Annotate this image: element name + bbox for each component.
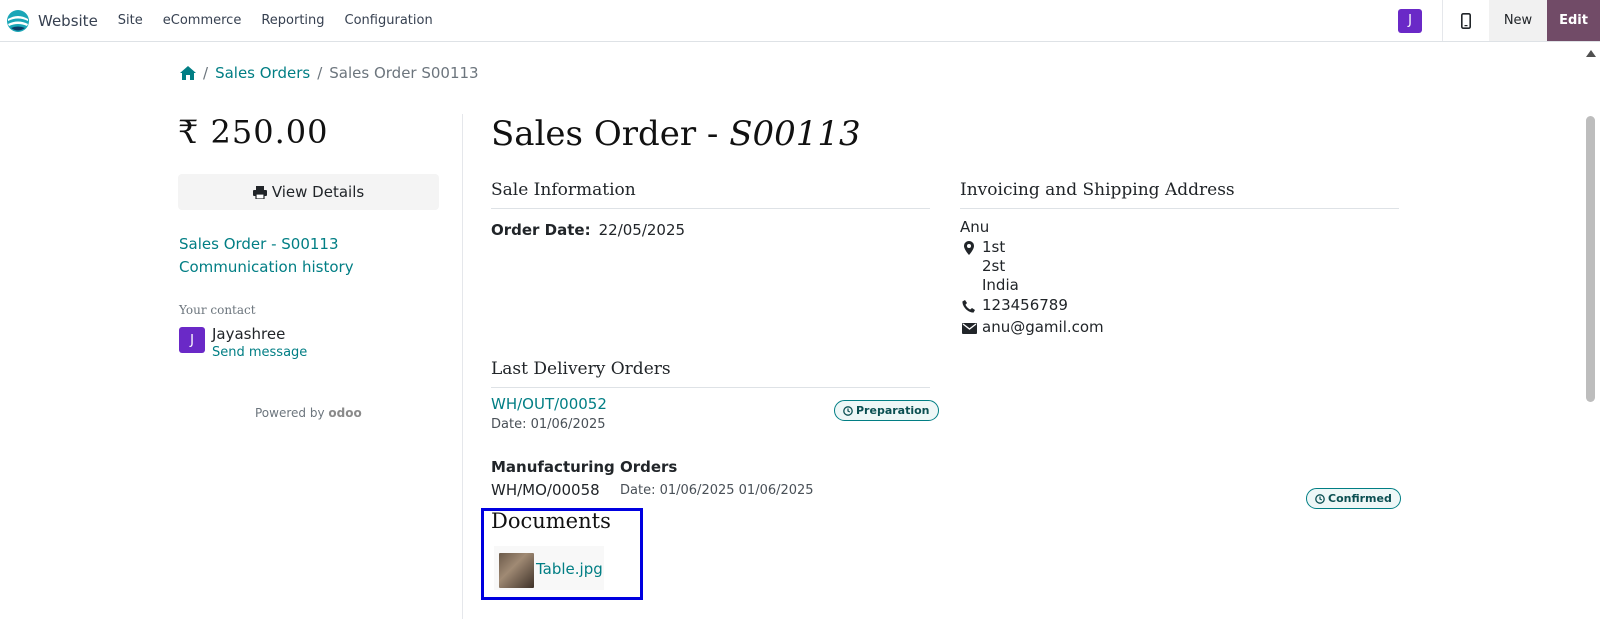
view-details-label: View Details <box>271 183 365 201</box>
printer-icon <box>252 185 267 199</box>
user-avatar[interactable]: J <box>1398 8 1422 33</box>
scroll-up-arrow-icon[interactable] <box>1586 50 1596 57</box>
address-line-2: 2st <box>982 257 1006 275</box>
clock-icon <box>843 405 853 416</box>
breadcrumb-separator: / <box>317 64 323 82</box>
delivery-status-label: Preparation <box>856 404 930 417</box>
section-divider <box>491 387 930 388</box>
order-date: Order Date: 22/05/2025 <box>491 221 685 239</box>
odoo-logo[interactable]: odoo <box>328 406 361 420</box>
brand[interactable]: Website <box>6 9 98 33</box>
highlight-box <box>481 508 643 600</box>
page-title: Sales Order - S00113 <box>491 114 861 154</box>
delivery-date-label: Date: <box>491 417 527 432</box>
manufacturing-order-ref: WH/MO/00058 <box>491 481 600 499</box>
map-marker-icon <box>964 241 974 255</box>
manufacturing-date: Date: 01/06/2025 01/06/2025 <box>620 483 814 498</box>
customer-email: anu@gamil.com <box>982 318 1104 336</box>
customer-name: Anu <box>960 218 990 236</box>
manufacturing-orders-title: Manufacturing Orders <box>491 458 678 476</box>
order-number: S00113 <box>729 114 861 154</box>
sale-information-title: Sale Information <box>491 180 636 200</box>
view-details-button[interactable]: View Details <box>178 174 439 210</box>
address-country: India <box>982 276 1019 294</box>
section-divider <box>491 208 930 209</box>
powered-by-label: Powered by <box>255 406 325 420</box>
new-button[interactable]: New <box>1489 0 1547 41</box>
order-total: ₹ 250.00 <box>178 113 329 151</box>
section-divider <box>960 208 1399 209</box>
sales-order-link[interactable]: Sales Order - S00113 <box>179 235 339 253</box>
menu-configuration[interactable]: Configuration <box>335 13 443 28</box>
send-message-link[interactable]: Send message <box>212 345 307 360</box>
powered-by: Powered by odoo <box>255 406 362 420</box>
address-title: Invoicing and Shipping Address <box>960 180 1235 200</box>
menu-reporting[interactable]: Reporting <box>251 13 334 28</box>
home-icon[interactable] <box>180 66 196 80</box>
scrollbar-thumb[interactable] <box>1586 116 1595 402</box>
navbar-actions: J New Edit <box>1398 0 1600 41</box>
mobile-preview-button[interactable] <box>1443 0 1489 41</box>
mobile-phone-icon <box>1461 12 1471 29</box>
delivery-date: Date: 01/06/2025 <box>491 417 606 432</box>
order-date-label: Order Date: <box>491 221 591 239</box>
customer-phone: 123456789 <box>982 296 1068 314</box>
envelope-icon <box>962 323 977 334</box>
menu-site[interactable]: Site <box>108 13 153 28</box>
order-date-value: 22/05/2025 <box>598 221 686 239</box>
page-scrollbar[interactable] <box>1582 42 1600 619</box>
contact-avatar: J <box>179 327 205 353</box>
clock-icon <box>1315 493 1325 504</box>
delivery-date-value: 01/06/2025 <box>530 417 606 432</box>
breadcrumb-separator: / <box>203 64 209 82</box>
delivery-status-badge: Preparation <box>834 400 939 421</box>
top-navbar: Website Site eCommerce Reporting Configu… <box>0 0 1600 42</box>
address-line-1: 1st <box>982 238 1006 256</box>
breadcrumb-current: Sales Order S00113 <box>329 64 479 82</box>
app-name: Website <box>38 11 98 30</box>
contact-label: Your contact <box>179 303 256 317</box>
delivery-orders-title: Last Delivery Orders <box>491 359 671 379</box>
breadcrumb-sales-orders[interactable]: Sales Orders <box>215 64 310 82</box>
phone-icon <box>962 300 975 313</box>
manufacturing-status-badge: Confirmed <box>1306 488 1401 509</box>
communication-history-link[interactable]: Communication history <box>179 258 354 276</box>
manufacturing-status-label: Confirmed <box>1328 492 1392 505</box>
menu-ecommerce[interactable]: eCommerce <box>153 13 252 28</box>
breadcrumb: / Sales Orders / Sales Order S00113 <box>180 64 479 82</box>
manufacturing-date-value: 01/06/2025 01/06/2025 <box>659 483 814 498</box>
delivery-order-link[interactable]: WH/OUT/00052 <box>491 395 607 413</box>
contact-name: Jayashree <box>212 325 286 343</box>
column-divider <box>462 114 463 619</box>
manufacturing-date-label: Date: <box>620 483 656 498</box>
title-prefix: Sales Order - <box>491 114 730 154</box>
edit-button[interactable]: Edit <box>1547 0 1600 41</box>
main-menu: Site eCommerce Reporting Configuration <box>108 13 443 28</box>
website-logo-icon <box>7 9 29 32</box>
